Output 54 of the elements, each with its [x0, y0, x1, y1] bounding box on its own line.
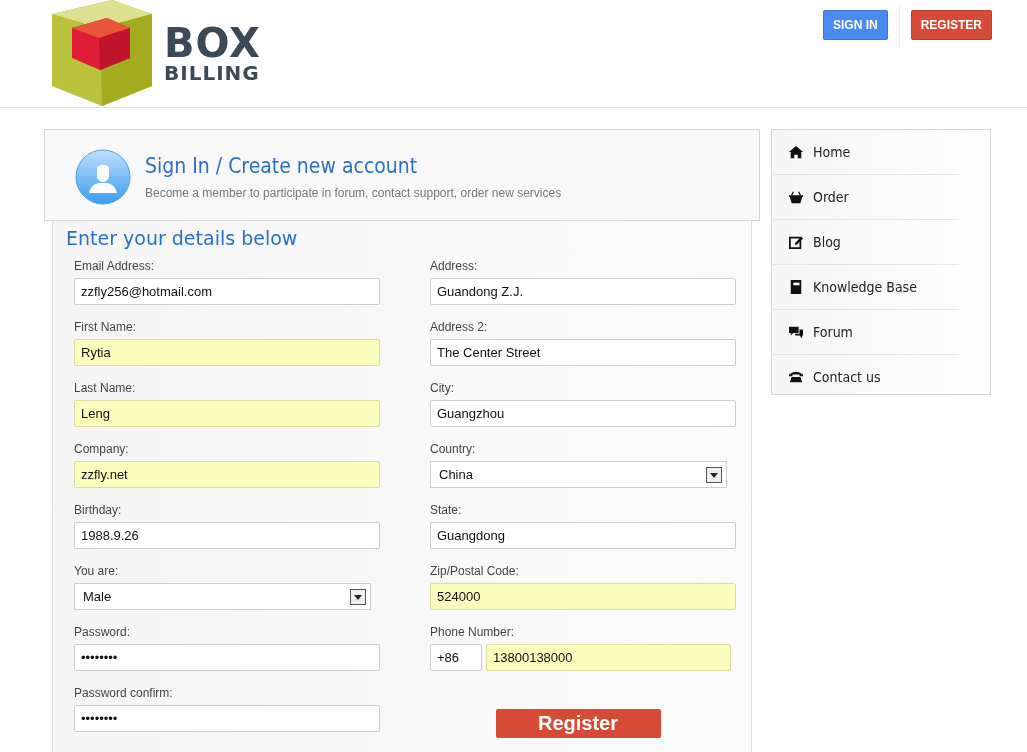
field-label: Password: — [74, 625, 132, 639]
input-field[interactable]: Leng — [74, 400, 380, 427]
input-field[interactable]: The Center Street — [430, 339, 736, 366]
page-title: Sign In / Create new account — [145, 154, 419, 178]
sidebar-item[interactable]: Contact us — [773, 355, 959, 399]
caret-icon — [706, 466, 722, 483]
sidebar-item[interactable]: Home — [773, 130, 959, 175]
basket-icon — [789, 190, 803, 204]
field-label: Company: — [74, 442, 130, 456]
form-title: Enter your details below — [66, 227, 299, 249]
logo-subtitle: BILLING — [164, 63, 261, 83]
home-icon — [789, 145, 803, 159]
user-avatar-icon — [75, 149, 131, 205]
phone-number-field[interactable]: 13800138000 — [486, 644, 731, 671]
select-field[interactable]: Male — [74, 583, 371, 610]
field-label: Country: — [430, 442, 477, 456]
input-field[interactable]: •••••••• — [74, 644, 380, 671]
input-field[interactable]: Rytia — [74, 339, 380, 366]
input-field[interactable]: zzfly256@hotmail.com — [74, 278, 380, 305]
sidebar-item[interactable]: Knowledge Base — [773, 265, 959, 310]
chat-icon — [789, 325, 803, 339]
input-field[interactable]: Guandong Z.J. — [430, 278, 736, 305]
field-label: Birthday: — [74, 503, 123, 517]
field-label: City: — [430, 381, 455, 395]
field-label: You are: — [74, 564, 120, 578]
field-label: Address: — [430, 259, 479, 273]
register-button[interactable]: Register — [495, 709, 661, 738]
input-field[interactable]: 1988.9.26 — [74, 522, 380, 549]
sidebar-item[interactable]: Forum — [773, 310, 959, 355]
page-subtitle: Become a member to participate in forum, contact support, order new services — [145, 186, 562, 200]
logo-wordmark: BOX — [164, 23, 261, 63]
sidebar-item[interactable]: Blog — [773, 220, 959, 265]
field-label: State: — [430, 503, 463, 517]
field-label: Last Name: — [74, 381, 137, 395]
input-field[interactable]: Guangdong — [430, 522, 736, 549]
book-icon — [789, 280, 803, 294]
select-field[interactable]: China — [430, 461, 727, 488]
register-button[interactable]: REGISTER — [910, 10, 992, 40]
field-label: Email Address: — [74, 259, 156, 273]
field-label: Address 2: — [430, 320, 489, 334]
field-label: Password confirm: — [74, 686, 174, 700]
caret-icon — [350, 588, 366, 605]
input-field[interactable]: Guangzhou — [430, 400, 736, 427]
input-field[interactable]: zzfly.net — [74, 461, 380, 488]
input-field[interactable]: •••••••• — [74, 705, 380, 732]
sidebar-item[interactable]: Order — [773, 175, 959, 220]
field-label: Phone Number: — [430, 625, 516, 639]
edit-icon — [789, 235, 803, 249]
field-label: Zip/Postal Code: — [430, 564, 520, 578]
cube-logo-icon — [52, 0, 152, 106]
field-label: First Name: — [74, 320, 137, 334]
input-field[interactable]: 524000 — [430, 583, 736, 610]
phone-icon — [789, 370, 803, 384]
country-code-field[interactable]: +86 — [430, 644, 482, 671]
